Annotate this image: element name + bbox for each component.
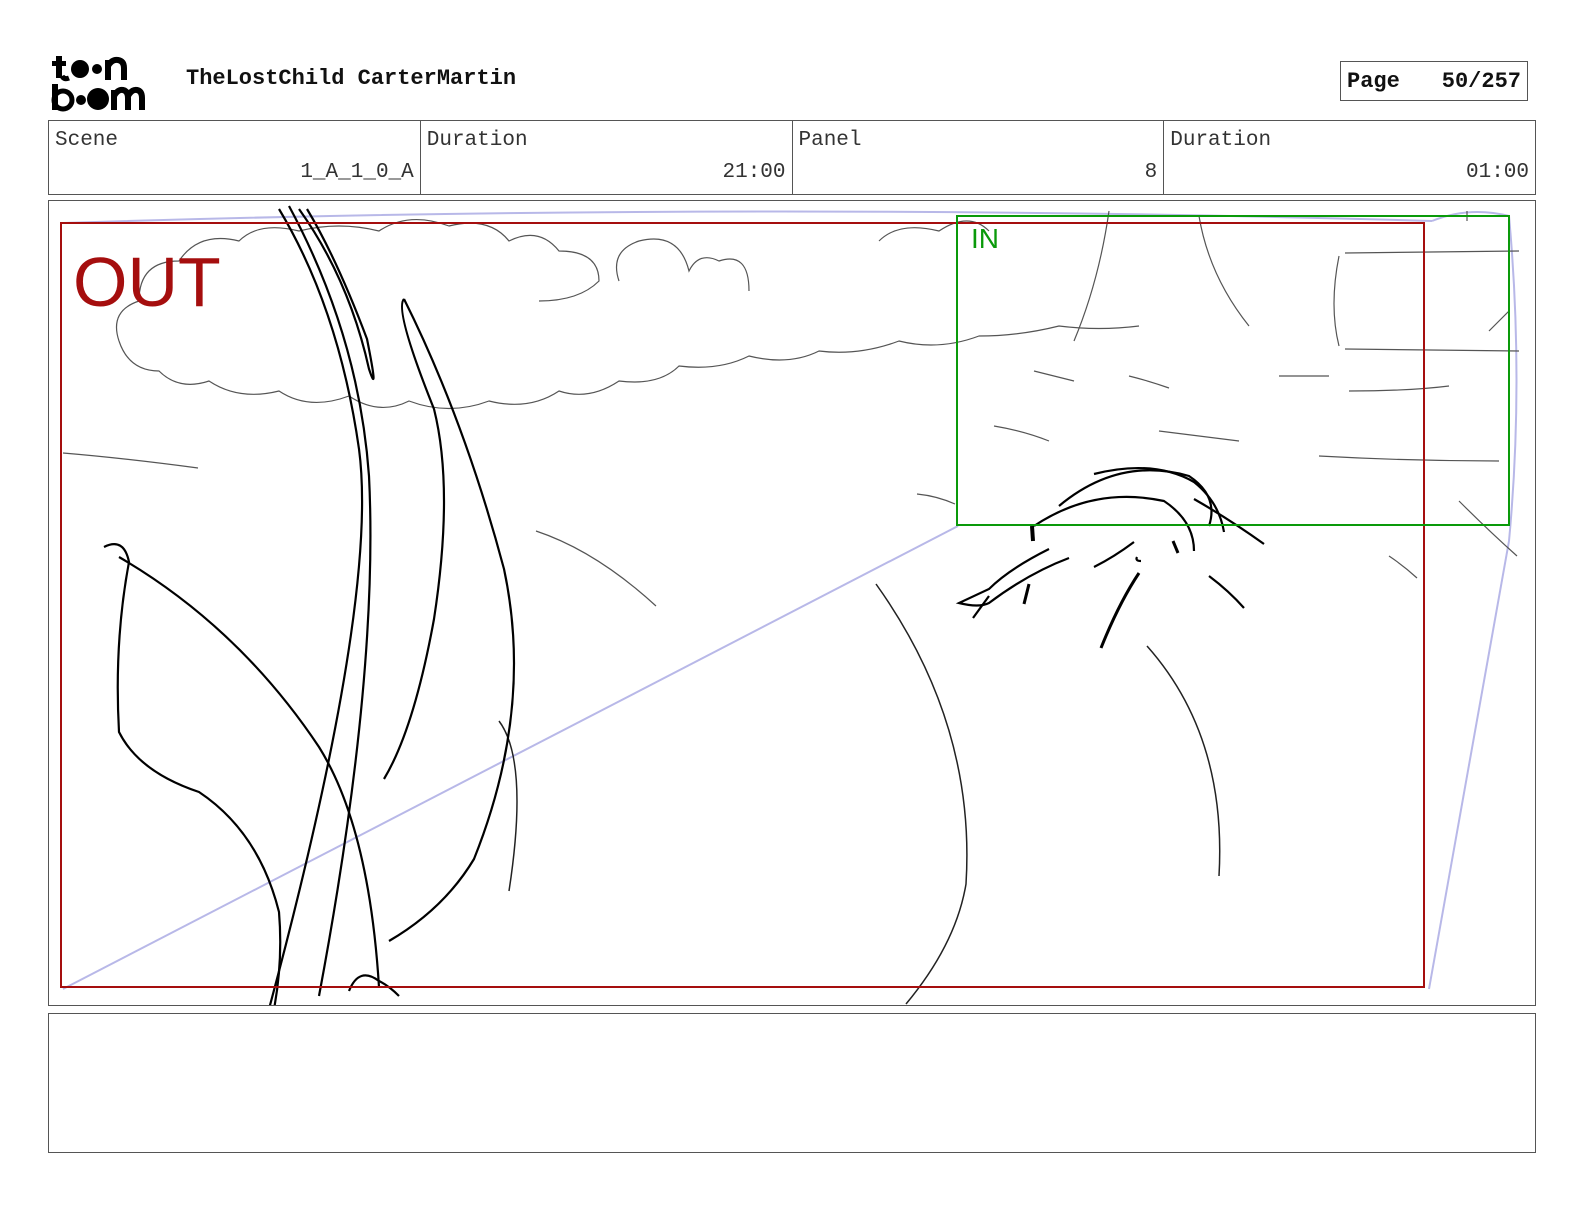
scene-value: 1_A_1_0_A [300,161,414,184]
scene-duration-value: 21:00 [722,161,786,184]
scene-cell: Scene 1_A_1_0_A [49,121,421,194]
in-frame-label: IN [971,223,999,254]
page-label: Page [1347,68,1400,94]
project-title: TheLostChild CarterMartin [186,66,517,91]
cloud-sketch [62,210,1520,607]
panel-duration-value: 01:00 [1465,161,1529,184]
foreground-foliage-sketch [103,205,516,1005]
panel-cell: Panel 8 [793,121,1165,194]
panel-label: Panel [798,129,862,152]
camera-path-lines [62,210,1518,990]
panel-value: 8 [1144,161,1158,184]
in-frame [956,215,1510,526]
storyboard-panel: OUT IN [48,200,1536,1006]
page-indicator: Page 50/257 [1340,61,1528,101]
scene-label: Scene [55,129,119,152]
panel-duration-cell: Duration 01:00 [1164,121,1535,194]
panel-notes-box [48,1013,1536,1153]
creature-sketch [955,467,1265,649]
scene-info-table: Scene 1_A_1_0_A Duration 21:00 Panel 8 D… [48,120,1536,195]
toon-boom-logo [50,52,166,112]
ground-sketch [498,583,1221,1005]
scene-duration-label: Duration [426,129,528,152]
page-number: 50/257 [1441,68,1521,94]
panel-duration-label: Duration [1170,129,1272,152]
panel-sketch [60,205,1520,1005]
scene-duration-cell: Duration 21:00 [421,121,793,194]
out-frame-label: OUT [73,243,221,321]
